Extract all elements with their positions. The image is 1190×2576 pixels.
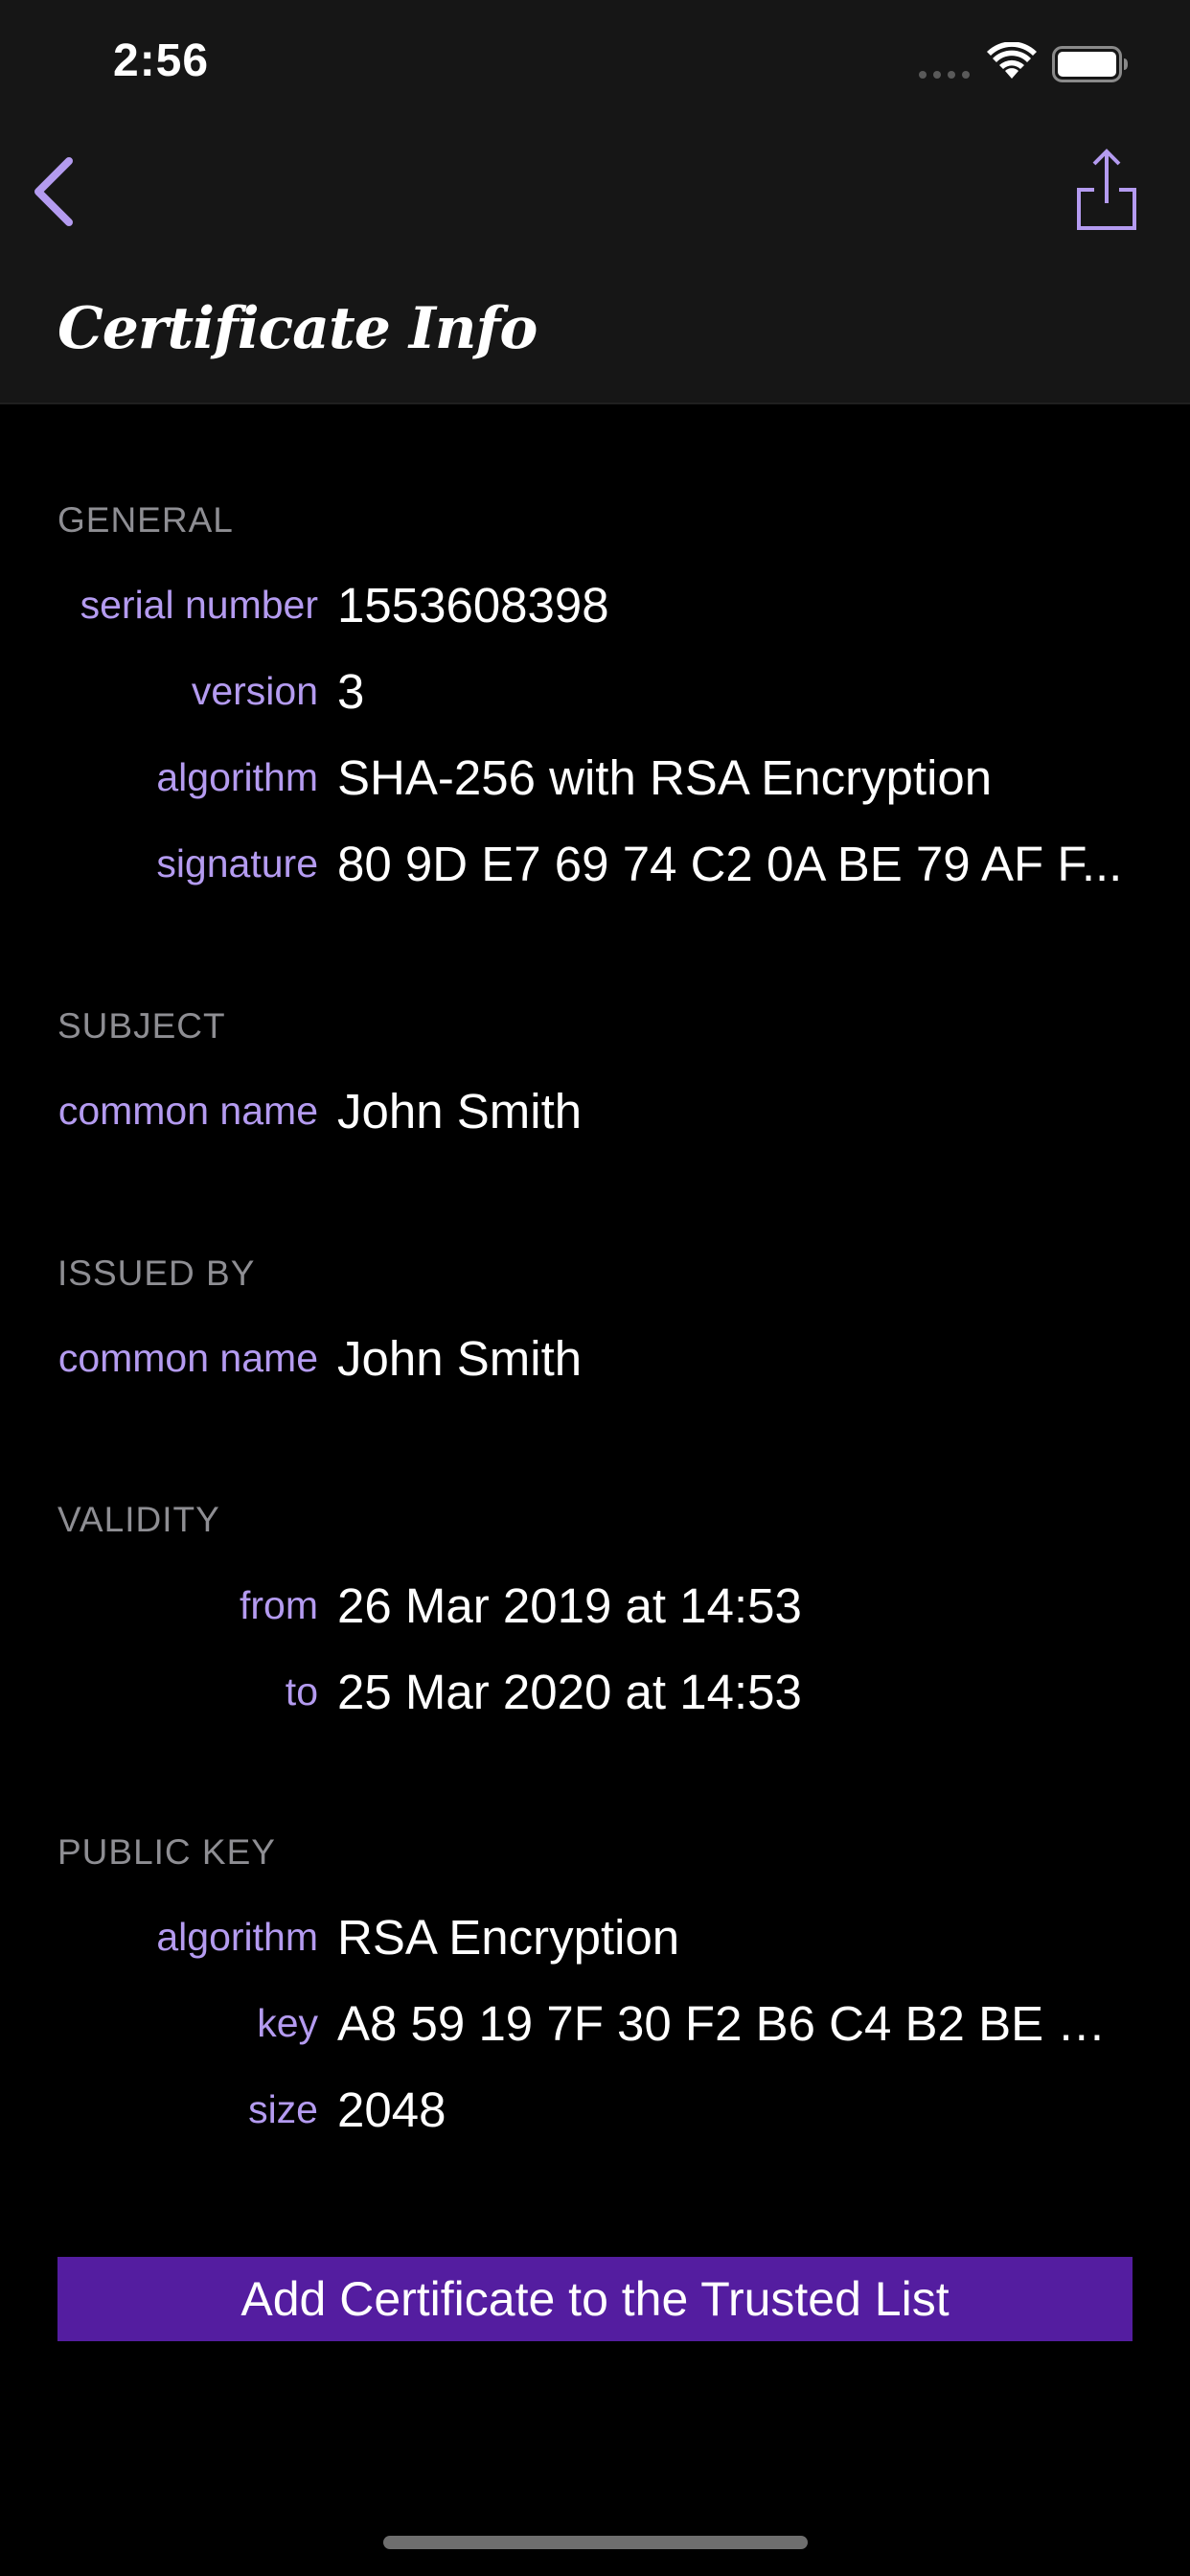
page-title: Certificate Info [57,295,538,362]
chevron-left-icon [34,157,73,226]
public-key-algorithm-label: algorithm [156,1915,318,1959]
issuer-common-name-value: John Smith [337,1331,583,1386]
validity-from-label: from [240,1583,318,1627]
signature-value: 80 9D E7 69 74 C2 0A BE 79 AF F... [337,837,1123,891]
header-divider [0,402,1190,404]
subject-common-name-value: John Smith [337,1084,583,1138]
validity-from-value: 26 Mar 2019 at 14:53 [337,1578,802,1633]
validity-to-label: to [285,1669,318,1714]
version-value: 3 [337,664,365,719]
share-icon [1077,149,1136,230]
section-header-issued-by: ISSUED BY [57,1254,256,1293]
share-button[interactable] [1064,144,1150,240]
section-header-validity: VALIDITY [57,1500,220,1539]
validity-to-value: 25 Mar 2020 at 14:53 [337,1665,802,1719]
home-indicator [383,2536,808,2549]
signature-label: signature [156,841,318,886]
add-to-trusted-list-button[interactable]: Add Certificate to the Trusted List [57,2257,1133,2341]
serial-number-value: 1553608398 [337,578,609,632]
subject-common-name-label: common name [57,1089,318,1133]
algorithm-value: SHA-256 with RSA Encryption [337,750,993,805]
cellular-signal-icon [919,71,970,79]
status-time: 2:56 [113,35,210,86]
key-size-value: 2048 [337,2082,446,2137]
serial-number-label: serial number [80,583,318,627]
public-key-label: key [257,2001,318,2045]
wifi-icon [987,42,1037,79]
battery-icon [1052,46,1128,82]
issuer-common-name-label: common name [57,1336,318,1380]
version-label: version [191,669,318,713]
section-header-general: GENERAL [57,500,234,540]
section-header-subject: SUBJECT [57,1006,226,1046]
section-header-public-key: PUBLIC KEY [57,1832,276,1872]
public-key-algorithm-value: RSA Encryption [337,1910,680,1965]
back-button[interactable] [23,144,90,240]
algorithm-label: algorithm [156,755,318,799]
key-size-label: size [248,2087,318,2131]
public-key-value: A8 59 19 7F 30 F2 B6 C4 B2 BE 4... [337,1996,1123,2051]
